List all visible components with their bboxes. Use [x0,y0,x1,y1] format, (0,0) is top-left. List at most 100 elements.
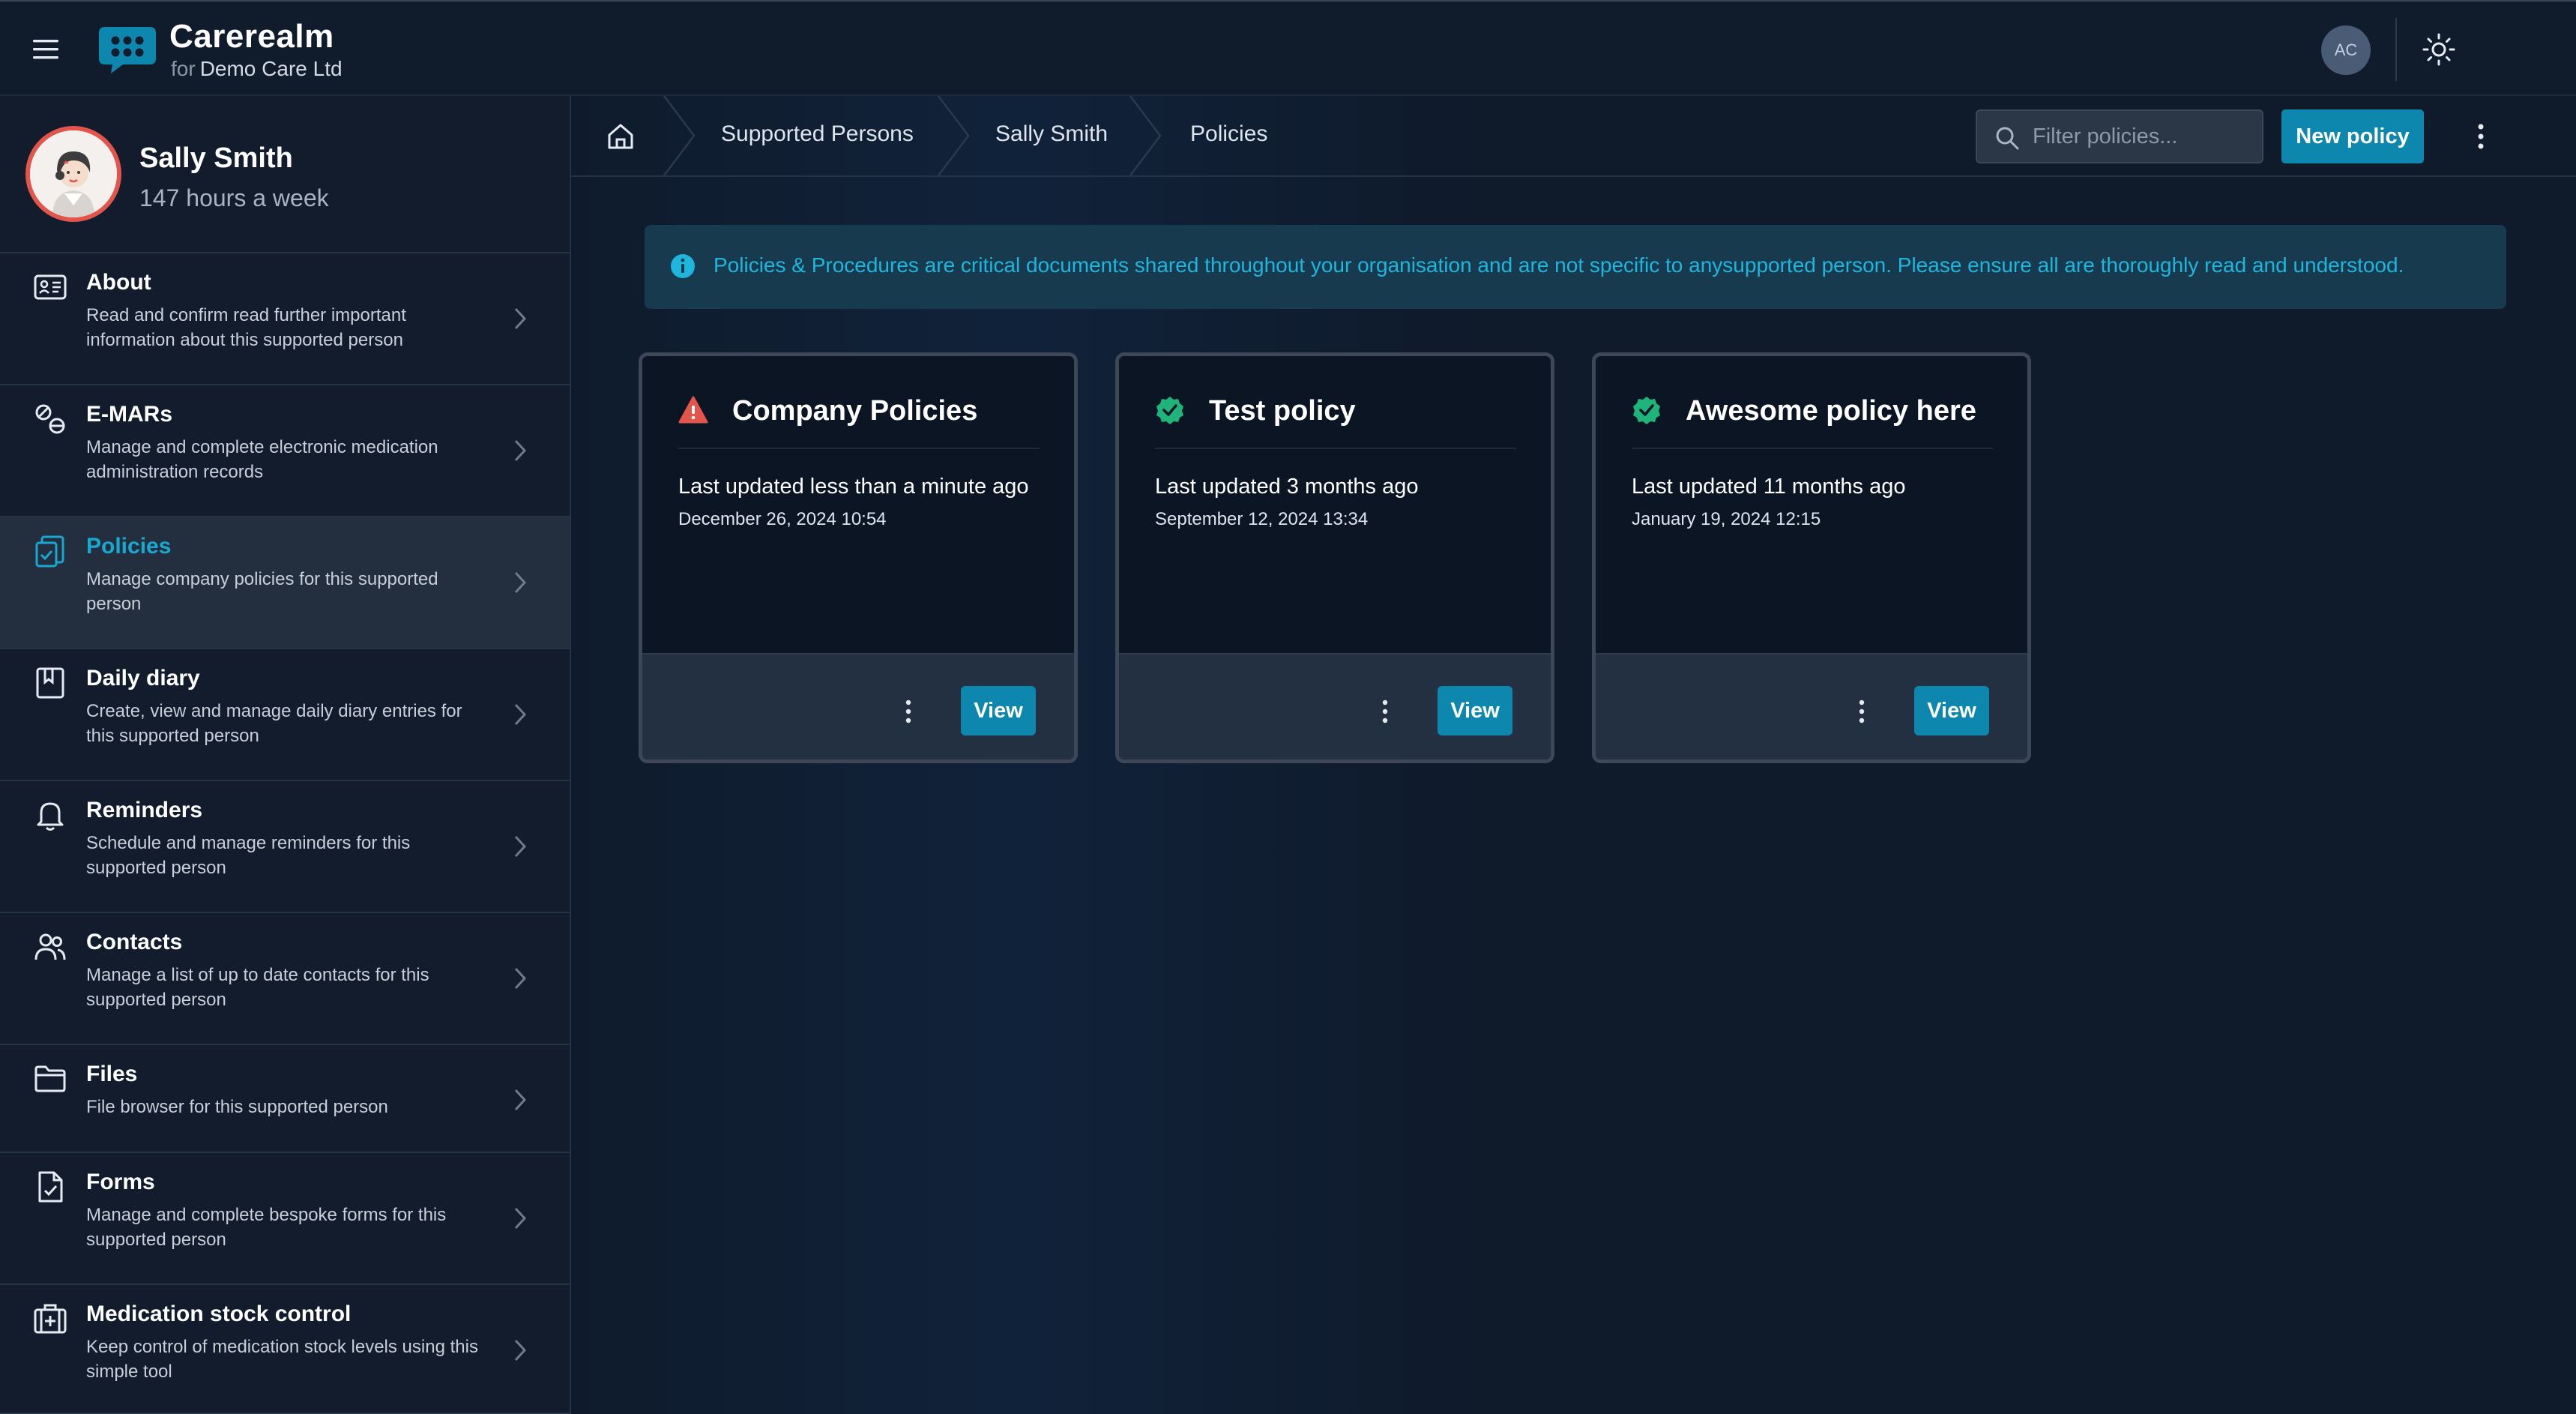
sidebar-item-medication-stock[interactable]: Medication stock control Keep control of… [0,1285,570,1414]
sidebar-item-desc: Manage company policies for this support… [86,569,438,614]
policy-updated: Last updated 3 months ago [1155,475,1419,499]
chevron-right-icon [514,1089,527,1111]
breadcrumb-separator [663,96,696,175]
profile-name: Sally Smith [139,142,293,174]
view-button[interactable]: View [1914,686,1989,735]
policy-title: Company Policies [732,395,978,427]
policy-card: Company Policies Last updated less than … [639,352,1078,763]
breadcrumb-separator [938,96,970,175]
view-button[interactable]: View [961,686,1036,735]
policy-card-footer: View [642,653,1074,759]
breadcrumb-policies: Policies [1190,121,1268,146]
id-card-icon [34,274,67,300]
policy-card-header: Test policy Last updated 3 months ago Se… [1119,356,1551,653]
breadcrumb-sally-smith[interactable]: Sally Smith [995,121,1108,147]
sidebar-item-desc: Manage and complete electronic medicatio… [86,437,438,482]
topbar-divider [2395,18,2397,81]
sidebar-item-reminders[interactable]: Reminders Schedule and manage reminders … [0,781,570,913]
view-button[interactable]: View [1438,686,1512,735]
sidebar-item-desc: Manage and complete bespoke forms for th… [86,1205,447,1250]
hamburger-icon[interactable] [30,34,64,64]
chevron-right-icon [514,703,527,726]
sidebar: Sally Smith 147 hours a week About Read … [0,96,571,1414]
sidebar-item-title: Contacts [86,930,183,954]
for-label: for [171,57,196,80]
policy-card-footer: View [1596,653,2027,759]
new-policy-button[interactable]: New policy [2281,109,2424,163]
policy-date: December 26, 2024 10:54 [678,509,887,529]
org-subtitle: for Demo Care Ltd [171,57,343,81]
more-options-icon[interactable] [2467,118,2494,154]
sidebar-item-emars[interactable]: E-MARs Manage and complete electronic me… [0,385,570,517]
form-check-icon [38,1171,63,1203]
policy-title: Awesome policy here [1686,395,1976,427]
profile-hours: 147 hours a week [139,184,329,211]
medical-kit-icon [34,1304,67,1334]
policy-card: Awesome policy here Last updated 11 mont… [1592,352,2031,763]
sidebar-item-daily-diary[interactable]: Daily diary Create, view and manage dail… [0,649,570,781]
sidebar-item-title: About [86,270,151,295]
divider [1632,448,1993,449]
policy-updated: Last updated 11 months ago [1632,475,1906,499]
org-name: Demo Care Ltd [199,57,343,80]
sidebar-item-desc: Manage a list of up to date contacts for… [86,965,429,1010]
person-avatar-icon [30,130,117,217]
policy-card-header: Awesome policy here Last updated 11 mont… [1596,356,2027,653]
breadcrumb-separator [1129,96,1162,175]
chevron-right-icon [514,571,527,594]
app-title: Carerealm [169,18,334,55]
chat-bubble-logo [99,27,156,73]
sidebar-item-title: Forms [86,1170,155,1194]
profile-header: Sally Smith 147 hours a week [0,96,570,253]
sidebar-item-contacts[interactable]: Contacts Manage a list of up to date con… [0,913,570,1045]
chevron-right-icon [514,835,527,858]
top-bar: Carerealm for Demo Care Ltd AC [0,0,2576,96]
chevron-right-icon [514,307,527,330]
sidebar-item-forms[interactable]: Forms Manage and complete bespoke forms … [0,1153,570,1285]
main-content: Supported Persons Sally Smith Policies N… [571,96,2576,1414]
filter-policies-input[interactable] [2033,120,2250,153]
sidebar-item-desc: File browser for this supported person [86,1097,388,1117]
sidebar-item-desc: Create, view and manage daily diary entr… [86,701,462,746]
more-options-icon[interactable] [1850,695,1873,728]
policy-date: January 19, 2024 12:15 [1632,509,1821,529]
profile-avatar[interactable] [25,126,121,222]
chevron-right-icon [514,439,527,462]
policy-card-footer: View [1119,653,1551,759]
pills-icon [35,404,65,434]
user-avatar[interactable]: AC [2321,25,2371,75]
info-banner: Policies & Procedures are critical docum… [645,225,2506,309]
sidebar-item-desc: Schedule and manage reminders for this s… [86,833,411,878]
chevron-right-icon [514,967,527,990]
chevron-right-icon [514,1207,527,1230]
info-banner-text: Policies & Procedures are critical docum… [714,253,2404,277]
book-icon [36,667,64,699]
filter-policies-field[interactable] [1976,109,2263,163]
divider [1155,448,1516,449]
breadcrumb: Supported Persons Sally Smith Policies N… [571,96,2576,177]
sun-icon[interactable] [2421,31,2457,67]
more-options-icon[interactable] [897,695,920,728]
bell-icon [37,802,64,831]
sidebar-item-title: E-MARs [86,402,173,427]
sidebar-item-desc: Read and confirm read further important … [86,305,406,350]
home-icon[interactable] [606,121,636,151]
sidebar-item-policies[interactable]: Policies Manage company policies for thi… [0,517,570,649]
folder-icon [34,1065,66,1092]
sidebar-item-desc: Keep control of medication stock levels … [86,1337,478,1382]
check-badge-icon [1633,397,1660,424]
sidebar-item-about[interactable]: About Read and confirm read further impo… [0,253,570,385]
policy-card: Test policy Last updated 3 months ago Se… [1115,352,1554,763]
check-badge-icon [1156,397,1183,424]
sidebar-item-title: Medication stock control [86,1302,352,1326]
sidebar-item-title: Daily diary [86,666,200,691]
users-icon [34,933,66,960]
policy-updated: Last updated less than a minute ago [678,475,1029,499]
policy-card-header: Company Policies Last updated less than … [642,356,1074,653]
info-icon [671,254,695,278]
sidebar-item-files[interactable]: Files File browser for this supported pe… [0,1045,570,1153]
breadcrumb-supported-persons[interactable]: Supported Persons [721,121,914,147]
policy-date: September 12, 2024 13:34 [1155,509,1369,529]
more-options-icon[interactable] [1374,695,1396,728]
warning-icon [678,396,708,424]
